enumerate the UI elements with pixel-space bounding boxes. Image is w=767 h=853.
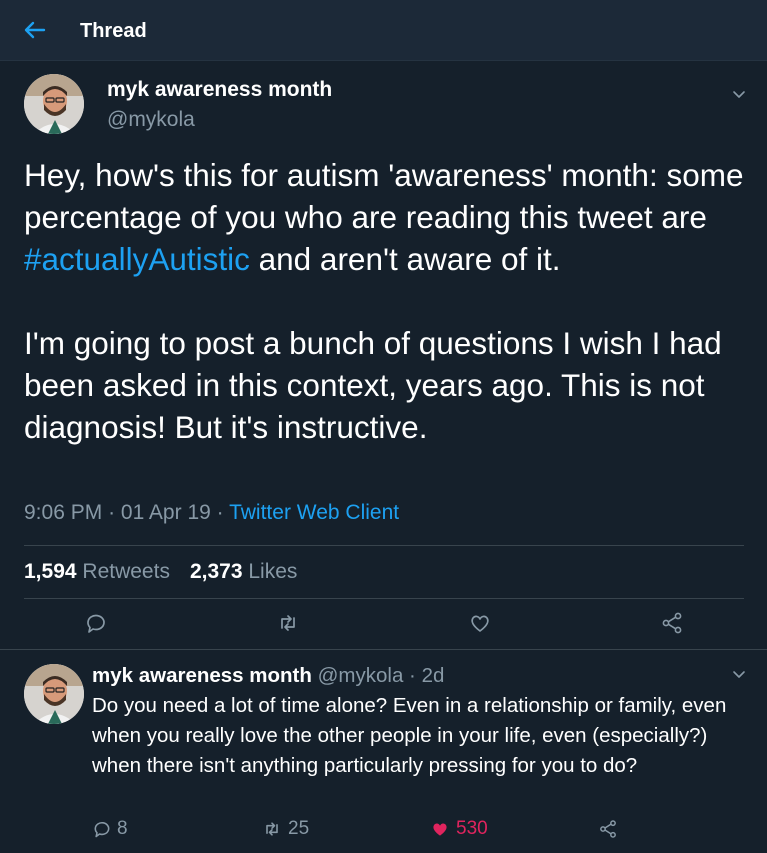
retweet-icon[interactable] [276, 611, 300, 635]
tweet-text: Hey, how's this for autism 'awareness' m… [24, 154, 746, 448]
retweets-label: Retweets [82, 560, 170, 583]
retweets-stat[interactable]: 1,594 Retweets [24, 560, 170, 583]
retweet-icon[interactable] [262, 819, 282, 839]
thread-separator [0, 649, 767, 650]
tweet-date: 01 Apr 19 [120, 501, 211, 524]
chevron-down-icon[interactable] [730, 666, 748, 684]
likes-label: Likes [248, 560, 298, 583]
retweets-count: 1,594 [24, 560, 77, 583]
tweet-time: 9:06 PM [24, 501, 103, 524]
share-icon[interactable] [598, 819, 618, 839]
top-bar: Thread [0, 0, 767, 61]
meta-dot: · [216, 501, 230, 524]
reply-author-name[interactable]: myk awareness month [92, 664, 312, 687]
reply-icon[interactable] [92, 819, 112, 839]
back-arrow-icon[interactable] [22, 17, 48, 43]
reply-replies-count: 8 [117, 818, 128, 839]
meta-dot: · [403, 664, 422, 687]
share-icon[interactable] [660, 611, 684, 635]
tweet-source[interactable]: Twitter Web Client [229, 501, 399, 524]
page-title: Thread [80, 20, 147, 42]
reply-age: 2d [421, 664, 445, 687]
likes-stat[interactable]: 2,373 Likes [190, 560, 297, 583]
meta-dot: · [108, 501, 121, 524]
reply-header: myk awareness month @mykola · 2d [92, 664, 444, 688]
like-icon[interactable] [430, 819, 450, 839]
avatar[interactable] [24, 74, 84, 134]
tweet-text-part1: Hey, how's this for autism 'awareness' m… [24, 157, 744, 235]
like-icon[interactable] [468, 611, 492, 635]
chevron-down-icon[interactable] [730, 86, 748, 104]
tweet-stats: 1,594 Retweets 2,373 Likes [24, 560, 297, 584]
tweet-meta: 9:06 PM · 01 Apr 19 · Twitter Web Client [24, 501, 399, 525]
divider [24, 598, 744, 599]
reply-text: Do you need a lot of time alone? Even in… [92, 694, 727, 777]
author-handle[interactable]: @mykola [107, 108, 195, 132]
tweet-text-paragraph-2: I'm going to post a bunch of questions I… [24, 325, 722, 445]
tweet-text-part2: and aren't aware of it. [249, 241, 561, 277]
divider [24, 545, 744, 546]
hashtag-link[interactable]: #actuallyAutistic [24, 241, 250, 277]
reply-icon[interactable] [84, 611, 108, 635]
reply-likes-count: 530 [456, 818, 488, 839]
likes-count: 2,373 [189, 560, 243, 583]
reply-retweets-count: 25 [288, 818, 310, 839]
reply-avatar[interactable] [24, 664, 84, 724]
reply-author-handle[interactable]: @mykola [318, 664, 404, 687]
author-name[interactable]: myk awareness month [107, 78, 332, 102]
